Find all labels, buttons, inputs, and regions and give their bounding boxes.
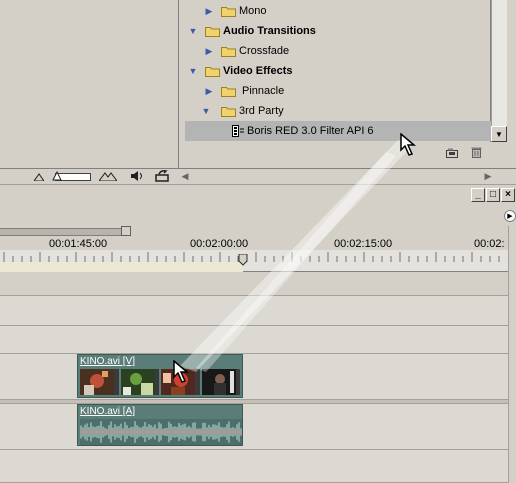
- work-area-shade: [0, 262, 243, 272]
- work-area-handle[interactable]: [121, 226, 131, 236]
- timecode-label: 00:02:: [474, 238, 505, 250]
- tree-item-label: Pinnacle: [242, 85, 285, 97]
- horizontal-scrollbar[interactable]: [192, 169, 482, 183]
- speaker-icon[interactable]: [130, 170, 144, 182]
- timecode-label: 00:01:45:00: [49, 238, 108, 250]
- timeline-menu-button[interactable]: ▶: [504, 210, 516, 222]
- clip-thumbnail: [120, 369, 159, 395]
- tree-item-label: Mono: [239, 5, 267, 17]
- tree-item-crossfade[interactable]: ▶ Crossfade: [183, 41, 491, 61]
- effect-filter-icon: [231, 125, 246, 137]
- zoom-in-icon[interactable]: [99, 172, 117, 181]
- new-bin-icon[interactable]: [446, 148, 458, 158]
- folder-icon: [221, 46, 236, 57]
- timecode-label: 00:02:00:00: [190, 238, 249, 250]
- effects-tree[interactable]: ▶ Mono ▼ Audio Transitions ▶ Crossfade ▼…: [183, 0, 491, 142]
- tree-item-mono[interactable]: ▶ Mono: [183, 1, 491, 21]
- collapse-arrow-icon[interactable]: ▼: [187, 65, 199, 77]
- timecode-label: 00:02:15:00: [334, 238, 393, 250]
- folder-open-icon: [205, 26, 220, 37]
- timeline-titlebar: [0, 184, 516, 206]
- playhead-marker[interactable]: [238, 254, 248, 268]
- left-panel-background: [0, 0, 178, 183]
- tree-item-label: Crossfade: [239, 45, 290, 57]
- tree-item-label: Video Effects: [223, 65, 293, 77]
- collapse-arrow-icon[interactable]: ▼: [187, 25, 199, 37]
- expand-arrow-icon[interactable]: ▶: [203, 5, 215, 17]
- audio-track-2[interactable]: [0, 450, 508, 483]
- expand-arrow-icon[interactable]: ▶: [203, 85, 215, 97]
- audio-waveform: [80, 419, 242, 445]
- clip-label: KINO.avi [A]: [80, 406, 136, 417]
- track-header-strip: [0, 278, 508, 296]
- collapse-arrow-icon[interactable]: ▼: [200, 105, 212, 117]
- folder-icon: [221, 86, 236, 97]
- tree-item-video-effects[interactable]: ▼ Video Effects: [183, 61, 491, 81]
- timeline-vertical-scrollbar[interactable]: [508, 226, 516, 483]
- scroll-right-button[interactable]: ▶: [482, 169, 494, 183]
- work-area-bar[interactable]: [0, 228, 127, 236]
- tree-item-label: 3rd Party: [239, 105, 284, 117]
- folder-icon: [221, 6, 236, 17]
- tree-item-3rd-party[interactable]: ▼ 3rd Party: [183, 101, 491, 121]
- drag-cursor-icon: [400, 133, 417, 156]
- video-track-2[interactable]: [0, 296, 508, 326]
- transition-track[interactable]: [0, 326, 508, 354]
- drop-cursor-icon: [173, 360, 190, 383]
- tree-item-pinnacle[interactable]: ▶ Pinnacle: [183, 81, 491, 101]
- trash-icon[interactable]: [471, 146, 482, 158]
- clip-thumbnail: [201, 369, 240, 395]
- audio-clip[interactable]: KINO.avi [A]: [77, 404, 243, 446]
- video-clip[interactable]: KINO.avi [V]: [77, 354, 243, 398]
- maximize-button[interactable]: □: [486, 188, 500, 202]
- close-button[interactable]: ×: [501, 188, 515, 202]
- clip-thumbnails: [80, 369, 240, 395]
- effects-scrollbar[interactable]: [491, 0, 507, 142]
- export-icon[interactable]: [155, 170, 169, 182]
- scroll-down-button[interactable]: ▼: [491, 126, 507, 142]
- folder-open-icon: [221, 106, 236, 117]
- clip-thumbnail: [80, 369, 119, 395]
- scroll-left-button[interactable]: ◀: [179, 169, 191, 183]
- minimize-button[interactable]: _: [471, 188, 485, 202]
- tree-item-boris-red[interactable]: Boris RED 3.0 Filter API 6: [185, 121, 491, 141]
- clip-label: KINO.avi [V]: [80, 356, 136, 367]
- tree-item-audio-transitions[interactable]: ▼ Audio Transitions: [183, 21, 491, 41]
- zoom-out-icon[interactable]: [34, 173, 44, 181]
- effects-panel-footer: [183, 142, 507, 168]
- zoom-slider-thumb[interactable]: [52, 171, 62, 181]
- folder-open-icon: [205, 66, 220, 77]
- tree-item-label: Audio Transitions: [223, 25, 316, 37]
- tree-item-label: Boris RED 3.0 Filter API 6: [247, 125, 374, 137]
- expand-arrow-icon[interactable]: ▶: [203, 45, 215, 57]
